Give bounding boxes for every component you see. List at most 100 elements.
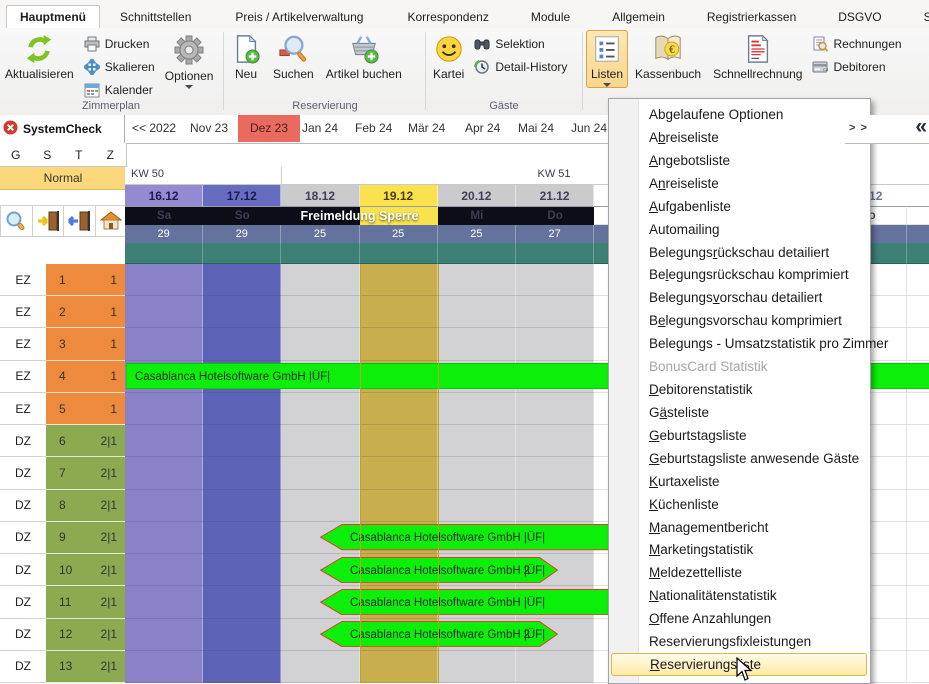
- plan-cell[interactable]: [125, 554, 203, 586]
- plan-cell[interactable]: [203, 490, 281, 522]
- plan-cell[interactable]: [360, 296, 438, 328]
- menu-item-belegungsrückschau-detailiert[interactable]: Belegungsrückschau detailiert: [611, 241, 867, 264]
- plan-cell[interactable]: [438, 264, 516, 296]
- plan-cell[interactable]: [360, 457, 438, 489]
- month-tab-Mai-24[interactable]: Mai 24: [518, 115, 554, 142]
- drucken-button[interactable]: Drucken: [81, 35, 158, 53]
- room-row-header[interactable]: 92|1: [46, 522, 125, 554]
- door-out-icon-button[interactable]: [63, 205, 96, 237]
- date-header-20.12[interactable]: 20.12: [438, 185, 516, 207]
- menu-item-offene-anzahlungen[interactable]: Offene Anzahlungen: [611, 607, 867, 630]
- room-row-header[interactable]: 62|1: [46, 425, 125, 457]
- schnellrechnung-button[interactable]: Schnellrechnung: [708, 30, 807, 82]
- debitoren-button[interactable]: CARDDebitoren: [809, 58, 904, 76]
- suchen-button[interactable]: Suchen: [268, 30, 319, 82]
- plan-cell[interactable]: [907, 264, 929, 296]
- optionen-button[interactable]: Optionen: [160, 30, 219, 90]
- room-row-header[interactable]: 21: [46, 296, 125, 328]
- menu-item-kurtaxeliste[interactable]: Kurtaxeliste: [611, 470, 867, 493]
- tab-preis-artikelverwaltung[interactable]: Preis / Artikelverwaltung: [221, 5, 377, 28]
- menu-item-anreiseliste[interactable]: Anreiseliste: [611, 172, 867, 195]
- plan-cell[interactable]: [125, 328, 203, 360]
- tab-korrespondenz[interactable]: Korrespondenz: [393, 5, 502, 28]
- month-tab-Jan-24[interactable]: Jan 24: [302, 115, 338, 142]
- room-row-header[interactable]: 51: [46, 393, 125, 425]
- plan-cell[interactable]: [907, 619, 929, 651]
- detail-history-button[interactable]: Detail-History: [471, 58, 570, 76]
- plan-cell[interactable]: [203, 328, 281, 360]
- kassenbuch-button[interactable]: €Kassenbuch: [630, 30, 706, 82]
- plan-cell[interactable]: [125, 522, 203, 554]
- room-row-header[interactable]: 102|1: [46, 554, 125, 586]
- plan-cell[interactable]: [516, 328, 594, 360]
- plan-cell[interactable]: [438, 393, 516, 425]
- menu-item-automailing[interactable]: Automailing: [611, 218, 867, 241]
- plan-cell[interactable]: [281, 296, 359, 328]
- month-tab-Apr-24[interactable]: Apr 24: [465, 115, 500, 142]
- plan-cell[interactable]: [125, 490, 203, 522]
- menu-item-marketingstatistik[interactable]: Marketingstatistik: [611, 538, 867, 561]
- plan-cell[interactable]: [360, 490, 438, 522]
- room-row-header[interactable]: 41: [46, 361, 125, 393]
- plan-cell[interactable]: [516, 393, 594, 425]
- plan-cell[interactable]: [516, 296, 594, 328]
- plan-cell[interactable]: [281, 393, 359, 425]
- month-tab-Dez-23[interactable]: Dez 23: [238, 115, 300, 142]
- date-header-26.12[interactable]: 26.12: [907, 185, 929, 207]
- plan-cell[interactable]: [438, 457, 516, 489]
- month-tab-Feb-24[interactable]: Feb 24: [355, 115, 392, 142]
- plan-cell[interactable]: [203, 296, 281, 328]
- date-header-16.12[interactable]: 16.12: [125, 185, 203, 207]
- plan-cell[interactable]: [360, 328, 438, 360]
- plan-cell[interactable]: [516, 651, 594, 683]
- neu-button[interactable]: Neu: [226, 30, 266, 82]
- menu-item-abgelaufene-optionen[interactable]: Abgelaufene Optionen: [611, 103, 867, 126]
- tab-allgemein[interactable]: Allgemein: [598, 5, 679, 28]
- skalieren-button[interactable]: Skalieren: [81, 58, 158, 76]
- plan-cell[interactable]: [125, 651, 203, 683]
- menu-item-angebotsliste[interactable]: Angebotsliste: [611, 149, 867, 172]
- tab-registrierkassen[interactable]: Registrierkassen: [693, 5, 810, 28]
- plan-cell[interactable]: [203, 619, 281, 651]
- plan-cell[interactable]: [438, 328, 516, 360]
- room-row-header[interactable]: 112|1: [46, 586, 125, 618]
- artikel-buchen-button[interactable]: Artikel buchen: [321, 30, 407, 82]
- plan-cell[interactable]: [907, 490, 929, 522]
- plan-cell[interactable]: [203, 554, 281, 586]
- menu-item-belegungsvorschau-komprimiert[interactable]: Belegungsvorschau komprimiert: [611, 309, 867, 332]
- plan-cell[interactable]: [516, 457, 594, 489]
- plan-cell[interactable]: [360, 264, 438, 296]
- plan-cell[interactable]: [281, 264, 359, 296]
- plan-cell[interactable]: [281, 490, 359, 522]
- plan-cell[interactable]: [516, 490, 594, 522]
- plan-cell[interactable]: [907, 457, 929, 489]
- menu-item-aufgabenliste[interactable]: Aufgabenliste: [611, 195, 867, 218]
- tab-support[interactable]: Support: [910, 5, 929, 28]
- plan-cell[interactable]: [125, 425, 203, 457]
- date-header-19.12[interactable]: 19.12: [360, 185, 438, 207]
- month-tab-M-r-24[interactable]: Mär 24: [408, 115, 445, 142]
- plan-cell[interactable]: [907, 393, 929, 425]
- plan-cell[interactable]: [125, 393, 203, 425]
- listen-button[interactable]: Listen: [586, 30, 628, 88]
- plan-cell[interactable]: [907, 425, 929, 457]
- menu-item-belegungsvorschau-detailiert[interactable]: Belegungsvorschau detailiert: [611, 286, 867, 309]
- plan-cell[interactable]: [516, 264, 594, 296]
- plan-cell[interactable]: [203, 522, 281, 554]
- plan-cell[interactable]: [125, 619, 203, 651]
- plan-cell[interactable]: [907, 296, 929, 328]
- plan-cell[interactable]: [907, 651, 929, 683]
- plan-cell[interactable]: [360, 425, 438, 457]
- selektion-button[interactable]: Selektion: [471, 35, 570, 53]
- month-tab-Nov-23[interactable]: Nov 23: [190, 115, 228, 142]
- date-header-21.12[interactable]: 21.12: [516, 185, 594, 207]
- plan-cell[interactable]: [907, 328, 929, 360]
- room-row-header[interactable]: 11: [46, 264, 125, 296]
- menu-item-abreiseliste[interactable]: Abreiseliste: [611, 126, 867, 149]
- menu-item-geburtstagsliste[interactable]: Geburtstagsliste: [611, 424, 867, 447]
- tab-schnittstellen[interactable]: Schnittstellen: [106, 5, 205, 28]
- plan-cell[interactable]: [907, 522, 929, 554]
- collapse-left-icon[interactable]: «: [915, 115, 927, 139]
- date-header-17.12[interactable]: 17.12: [203, 185, 281, 207]
- menu-item-nationalitätenstatistik[interactable]: Nationalitätenstatistik: [611, 584, 867, 607]
